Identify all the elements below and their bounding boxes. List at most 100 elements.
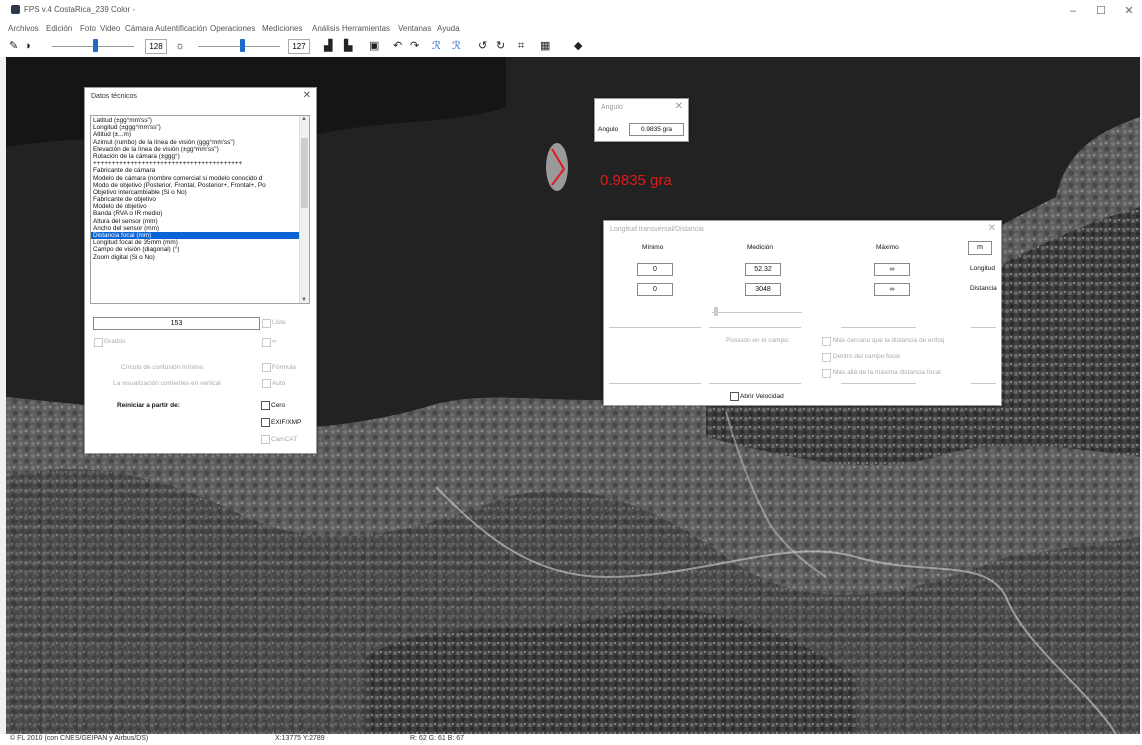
menu-operaciones[interactable]: Operaciones: [210, 24, 255, 33]
angle-panel-close-button[interactable]: ✕: [675, 101, 683, 112]
opt1-checkbox[interactable]: [822, 337, 831, 346]
image-icon[interactable]: ▦: [540, 39, 550, 53]
cero-label: Cero: [271, 402, 286, 409]
position-label: Posición en el campo:: [726, 337, 790, 344]
scroll-up-icon[interactable]: ▲: [301, 116, 307, 122]
distancia-max-field[interactable]: ∞: [874, 283, 910, 296]
minimo-header: Mínimo: [642, 244, 664, 251]
menu-ayuda[interactable]: Ayuda: [437, 24, 460, 33]
abrir-velocidad-checkbox[interactable]: [730, 392, 739, 401]
inf-checkbox[interactable]: [262, 338, 271, 347]
pencil-icon[interactable]: ✎: [9, 39, 18, 53]
longitud-label: Longitud: [970, 265, 995, 272]
longitud-med-field[interactable]: 52.32: [745, 263, 781, 276]
distance-panel-close-button[interactable]: ✕: [988, 223, 996, 234]
angle-panel: Angulo ✕ Angulo 0.9835 gra: [594, 98, 689, 142]
grid-icon[interactable]: ⌗: [518, 39, 524, 53]
camcat-label: CamCAT: [271, 436, 298, 443]
eye-icon[interactable]: ◆: [574, 39, 582, 53]
tech-panel-close-button[interactable]: ✕: [303, 90, 311, 101]
angle-value-field[interactable]: 0.9835 gra: [629, 123, 684, 136]
menu-ventanas[interactable]: Ventanas: [398, 24, 431, 33]
position-slider-thumb[interactable]: [714, 307, 718, 316]
tech-list-item[interactable]: Modo de objetivo (Posterior, Frontal, Po…: [91, 182, 299, 189]
contrast-value[interactable]: 127: [288, 39, 310, 54]
tech-list-item[interactable]: Elevación de la línea de visión (±gg°mm'…: [91, 146, 299, 153]
opt2-label: Dentro del campo focal: [833, 353, 900, 360]
person-alt-icon[interactable]: ℛ: [452, 39, 461, 53]
histogram-icon[interactable]: ▙: [344, 39, 352, 53]
rotate-right-icon[interactable]: ↻: [496, 39, 505, 53]
person-icon[interactable]: ℛ: [432, 39, 441, 53]
position-slider[interactable]: [712, 312, 802, 313]
menu-herramientas[interactable]: Herramientas: [342, 24, 390, 33]
menu-analisis[interactable]: Análisis: [312, 24, 340, 33]
undo-icon[interactable]: ↶: [393, 39, 402, 53]
exif-checkbox[interactable]: [261, 418, 270, 427]
tech-list-item[interactable]: Modelo de cámara (nombre comercial si mo…: [91, 175, 299, 182]
scroll-down-icon[interactable]: ▼: [301, 297, 307, 303]
object-sighting[interactable]: [546, 143, 568, 191]
tech-list-item[interactable]: Rotación de la cámara (±ggg°): [91, 153, 299, 160]
bar-chart-icon[interactable]: ▟: [324, 39, 332, 53]
tech-list-item[interactable]: Fabricante de cámara: [91, 167, 299, 174]
auto-checkbox[interactable]: [262, 379, 271, 388]
maximize-button[interactable]: ☐: [1088, 3, 1114, 19]
unit-button[interactable]: m: [968, 241, 992, 255]
tech-list-item[interactable]: Modelo de objetivo: [91, 203, 299, 210]
tech-list-item[interactable]: ++++++++++++++++++++++++++++++++++++++++: [91, 160, 299, 167]
distancia-min-field[interactable]: 0: [637, 283, 673, 296]
status-rgb: R: 62 G: 61 B: 67: [410, 735, 465, 742]
title-bar: FPS v.4 CostaRica_239 Color - – ☐ ✕: [0, 0, 1142, 22]
opt3-checkbox[interactable]: [822, 369, 831, 378]
tech-list-item[interactable]: Fabricante de objetivo: [91, 196, 299, 203]
exif-label: EXIF/XMP: [271, 419, 302, 426]
scrollbar-thumb[interactable]: [301, 138, 308, 208]
grados-checkbox[interactable]: [94, 338, 103, 347]
close-button[interactable]: ✕: [1116, 3, 1142, 19]
medicion-header: Medición: [747, 244, 774, 251]
reiniciar-label: Reiniciar a partir de:: [117, 402, 180, 409]
formula-checkbox[interactable]: [262, 363, 271, 372]
tech-data-panel: Datos técnicos ✕ Latitud (±gg°mm'ss") Lon…: [84, 87, 317, 454]
tech-list-item[interactable]: Objetivo intercambiable (Si o No): [91, 189, 299, 196]
longitud-min-field[interactable]: 0: [637, 263, 673, 276]
brightness-value[interactable]: 128: [145, 39, 167, 54]
opt2-checkbox[interactable]: [822, 353, 831, 362]
brightness-slider-thumb[interactable]: [93, 39, 98, 52]
contrast-slider[interactable]: [198, 46, 280, 47]
menu-archivos[interactable]: Archivos: [8, 24, 39, 33]
menu-edicion[interactable]: Edición: [46, 24, 72, 33]
longitud-max-field[interactable]: ∞: [874, 263, 910, 276]
sun-icon[interactable]: ☼: [175, 39, 185, 53]
tech-list-item[interactable]: Campo de visión (diagonal) (°): [91, 246, 299, 253]
redo-icon[interactable]: ↷: [410, 39, 419, 53]
menu-autentificacion[interactable]: Autentificación: [155, 24, 207, 33]
menu-camara[interactable]: Cámara: [125, 24, 153, 33]
contrast-icon[interactable]: ◑: [24, 39, 31, 53]
tech-list-scrollbar[interactable]: ▲ ▼: [299, 116, 309, 303]
camcat-checkbox[interactable]: [261, 435, 270, 444]
menu-mediciones[interactable]: Mediciones: [262, 24, 302, 33]
save-icon[interactable]: ▣: [369, 39, 379, 53]
distancia-med-field[interactable]: 3048: [745, 283, 781, 296]
rotate-left-icon[interactable]: ↺: [478, 39, 487, 53]
tech-list-item[interactable]: Azimut (rumbo) de la línea de visión (gg…: [91, 139, 299, 146]
tech-list-item[interactable]: Banda (RVA o IR medio): [91, 210, 299, 217]
auto-label: Auto: [272, 380, 286, 387]
tech-list-item[interactable]: Altitud (±...m): [91, 131, 299, 138]
tech-list-item[interactable]: Altura del sensor (mm): [91, 218, 299, 225]
tech-list-item[interactable]: Distancia focal (mm): [91, 232, 299, 240]
tech-list-item[interactable]: Longitud (±ggg°mm'ss"): [91, 124, 299, 131]
maximo-header: Máximo: [876, 244, 899, 251]
minimize-button[interactable]: –: [1060, 3, 1086, 19]
tech-value-field[interactable]: 153: [93, 317, 260, 330]
contrast-slider-thumb[interactable]: [240, 39, 245, 52]
liste-checkbox[interactable]: [262, 319, 271, 328]
cero-checkbox[interactable]: [261, 401, 270, 410]
menu-video[interactable]: Video: [100, 24, 120, 33]
tech-list-item[interactable]: Zoom digital (Si o No): [91, 254, 299, 261]
menu-foto[interactable]: Foto: [80, 24, 96, 33]
tech-list-item[interactable]: Ancho del sensor (mm): [91, 225, 299, 232]
tech-data-list[interactable]: Latitud (±gg°mm'ss") Longitud (±ggg°mm'ss…: [90, 115, 310, 304]
